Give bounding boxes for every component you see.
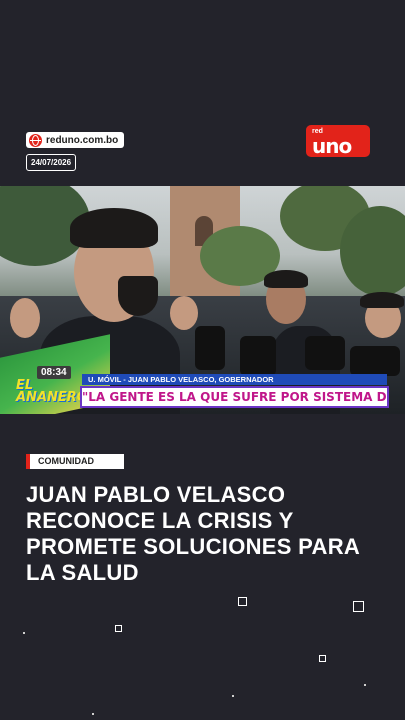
red-uno-logo: red uno (306, 125, 370, 158)
show-clock: 08:34 (37, 366, 71, 379)
logo-big-text: uno (312, 134, 352, 158)
site-badge[interactable]: reduno.com.bo (26, 132, 125, 148)
site-url: reduno.com.bo (46, 134, 119, 146)
ticker-label: U. MÓVIL - JUAN PABLO VELASCO, GOBERNADO… (82, 374, 387, 385)
show-name: EL ANANERO (16, 378, 88, 405)
category-tag[interactable]: COMUNIDAD (26, 454, 124, 469)
article-headline: JUAN PABLO VELASCO RECONOCE LA CRISIS Y … (26, 482, 360, 585)
ticker-quote: "LA GENTE ES LA QUE SUFRE POR SISTEMA DE… (80, 386, 389, 408)
globe-icon (29, 133, 42, 147)
date-badge: 24/07/2026 (26, 154, 77, 171)
